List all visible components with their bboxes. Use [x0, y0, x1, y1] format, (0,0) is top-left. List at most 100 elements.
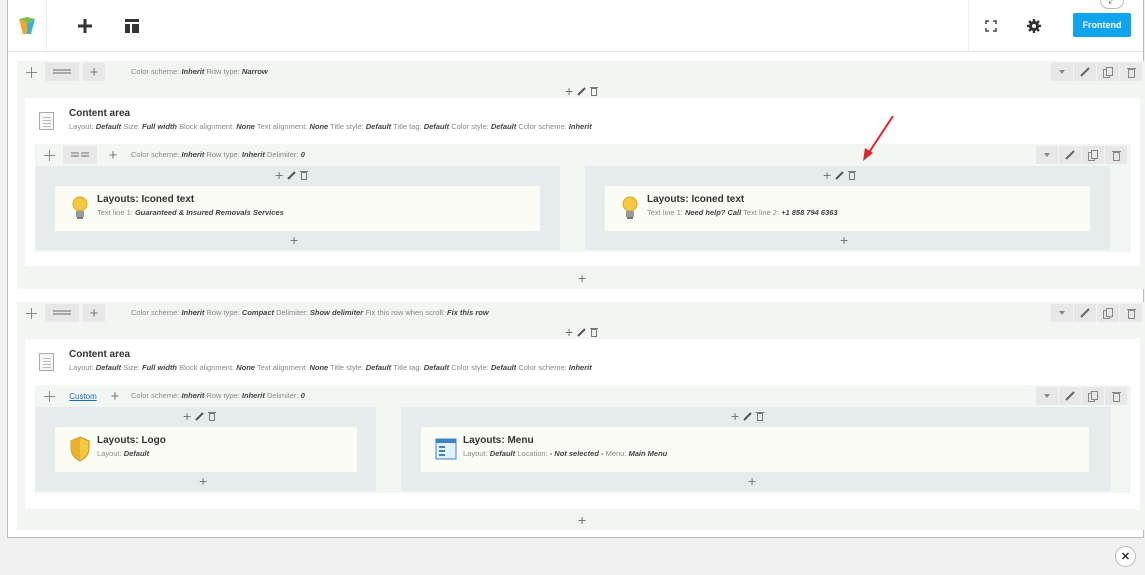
edit-column-icon[interactable]: [835, 170, 844, 180]
delete-column-icon[interactable]: [590, 327, 599, 337]
move-handle-icon[interactable]: [23, 304, 39, 322]
add-column-button[interactable]: +: [83, 63, 105, 81]
edit-row-icon[interactable]: [1074, 63, 1096, 81]
row-1-column-actions: +: [565, 83, 599, 99]
fullscreen-icon[interactable]: [972, 0, 1010, 51]
delete-column-icon[interactable]: [590, 86, 599, 96]
column-1: + Layouts: Iconed text Text line 1: Guar…: [35, 166, 560, 250]
custom-layout-link[interactable]: Custom: [63, 387, 103, 405]
inner-row: Custom + Color scheme: Inherit Row type:…: [35, 385, 1131, 493]
document-icon: [39, 112, 54, 130]
edit-column-icon[interactable]: [577, 86, 586, 96]
content-area: Content area Layout: Default Size: Full …: [25, 98, 1140, 266]
add-element-icon[interactable]: +: [823, 167, 831, 183]
add-element-button[interactable]: +: [290, 232, 298, 248]
move-handle-icon[interactable]: [41, 387, 57, 405]
row-1-info: Color scheme: Inherit Row type: Narrow: [131, 67, 268, 76]
row-1-controls: + Color scheme: Inherit Row type: Narrow: [17, 61, 1145, 83]
gear-icon[interactable]: [1015, 0, 1053, 51]
column-1: + Layouts: Logo Layout: Default +: [35, 407, 376, 491]
edit-column-icon[interactable]: [287, 170, 296, 180]
inner-row-actions: [1036, 146, 1127, 164]
delete-column-icon[interactable]: [756, 411, 765, 421]
change-layout-icon[interactable]: [45, 304, 79, 322]
delete-row-icon[interactable]: [1120, 63, 1142, 81]
delete-column-icon[interactable]: [300, 170, 309, 180]
row-2-controls: + Color scheme: Inherit Row type: Compac…: [17, 302, 1145, 324]
inner-row-info: Color scheme: Inherit Row type: Inherit …: [131, 150, 305, 159]
clone-row-icon[interactable]: [1097, 63, 1119, 81]
delete-column-icon[interactable]: [848, 170, 857, 180]
editor-frame: Frontend + Color scheme: Inherit Row typ…: [7, 0, 1145, 538]
templates-icon[interactable]: [113, 0, 151, 51]
edit-row-icon[interactable]: [1059, 387, 1081, 405]
edit-column-icon[interactable]: [195, 411, 204, 421]
add-element-icon[interactable]: +: [183, 408, 191, 424]
add-column-button[interactable]: +: [107, 387, 123, 405]
column-2: + Layouts: Iconed text Text line 1: Need…: [585, 166, 1110, 250]
move-handle-icon[interactable]: [23, 63, 39, 81]
element-iconed-text[interactable]: Layouts: Iconed text Text line 1: Guaran…: [55, 186, 540, 231]
edit-row-icon[interactable]: [1059, 146, 1081, 164]
add-element-icon[interactable]: [66, 0, 104, 51]
change-layout-icon[interactable]: [45, 63, 79, 81]
content-area-info: Layout: Default Size: Full width Block a…: [69, 363, 592, 372]
row-2-info: Color scheme: Inherit Row type: Compact …: [131, 308, 489, 317]
row-1-actions: [1051, 63, 1142, 81]
move-handle-icon[interactable]: [41, 146, 57, 164]
add-element-icon[interactable]: +: [565, 324, 573, 340]
annotation-arrow-icon: [863, 115, 894, 161]
column-actions: +: [731, 408, 765, 424]
add-column-button[interactable]: +: [105, 146, 121, 164]
frontend-button[interactable]: Frontend: [1073, 13, 1131, 37]
toggle-row-icon[interactable]: [1036, 387, 1058, 405]
add-element-icon[interactable]: +: [565, 83, 573, 99]
lightbulb-icon: [72, 196, 88, 219]
inner-row: + Color scheme: Inherit Row type: Inheri…: [35, 144, 1131, 252]
add-element-icon[interactable]: +: [731, 408, 739, 424]
add-element-button[interactable]: +: [199, 473, 207, 489]
add-column-button[interactable]: +: [83, 304, 105, 322]
logo-icon[interactable]: [8, 0, 46, 51]
add-element-icon[interactable]: +: [275, 167, 283, 183]
row-2-actions: [1051, 304, 1142, 322]
delete-column-icon[interactable]: [208, 411, 217, 421]
clone-row-icon[interactable]: [1082, 146, 1104, 164]
inner-row-actions: [1036, 387, 1127, 405]
element-logo[interactable]: Layouts: Logo Layout: Default: [55, 427, 357, 472]
toggle-row-icon[interactable]: [1036, 146, 1058, 164]
row-2-column-actions: +: [565, 324, 599, 340]
content-area-title: Content area: [69, 108, 131, 119]
edit-row-icon[interactable]: [1074, 304, 1096, 322]
column-actions: +: [823, 167, 857, 183]
clone-row-icon[interactable]: [1082, 387, 1104, 405]
inner-row-info: Color scheme: Inherit Row type: Inherit …: [131, 391, 305, 400]
clone-row-icon[interactable]: [1097, 304, 1119, 322]
toggle-row-icon[interactable]: [1051, 304, 1073, 322]
content-area: Content area Layout: Default Size: Full …: [25, 339, 1140, 509]
add-element-button[interactable]: +: [748, 473, 756, 489]
add-element-button[interactable]: +: [578, 270, 586, 286]
document-icon: [39, 353, 54, 371]
menu-icon: [435, 438, 457, 460]
shield-icon: [70, 436, 90, 462]
column-actions: +: [275, 167, 309, 183]
edit-column-icon[interactable]: [577, 327, 586, 337]
row-2: + Color scheme: Inherit Row type: Compac…: [17, 302, 1145, 530]
delete-row-icon[interactable]: [1120, 304, 1142, 322]
content-area-info: Layout: Default Size: Full width Block a…: [69, 122, 592, 131]
delete-row-icon[interactable]: [1105, 387, 1127, 405]
close-icon[interactable]: ✕: [1115, 546, 1136, 567]
toggle-row-icon[interactable]: [1051, 63, 1073, 81]
add-element-button[interactable]: +: [578, 512, 586, 528]
lightbulb-icon: [622, 196, 638, 219]
delete-row-icon[interactable]: [1105, 146, 1127, 164]
change-layout-icon[interactable]: [63, 146, 97, 164]
column-actions: +: [183, 408, 217, 424]
add-element-button[interactable]: +: [840, 232, 848, 248]
element-iconed-text[interactable]: Layouts: Iconed text Text line 1: Need h…: [605, 186, 1090, 231]
column-2: + Layouts: Menu Layout: Default Location…: [401, 407, 1111, 491]
element-menu[interactable]: Layouts: Menu Layout: Default Location: …: [421, 427, 1089, 472]
edit-column-icon[interactable]: [743, 411, 752, 421]
toolbar: Frontend: [8, 0, 1143, 52]
